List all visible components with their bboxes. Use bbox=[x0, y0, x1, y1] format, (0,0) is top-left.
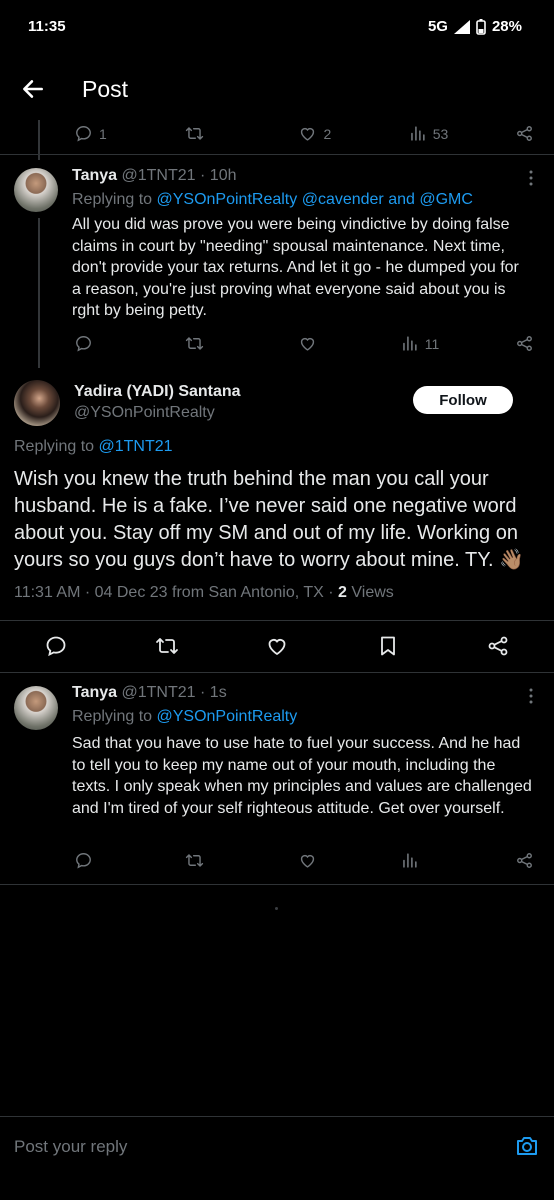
battery-label: 28% bbox=[491, 18, 522, 35]
divider bbox=[0, 154, 554, 155]
reply2-header: Tanya @1TNT21 · 1s bbox=[72, 684, 227, 702]
like-count: 2 bbox=[323, 125, 332, 142]
views-count: 11 bbox=[424, 335, 440, 352]
replying-to-link[interactable]: @1TNT21 bbox=[99, 438, 173, 455]
more-options-icon[interactable] bbox=[521, 168, 541, 188]
battery-icon bbox=[476, 18, 486, 35]
back-arrow-icon[interactable] bbox=[20, 76, 46, 102]
heart-icon[interactable] bbox=[265, 634, 289, 658]
replying-to-line: Replying to @YSOnPointRealty @cavender a… bbox=[72, 191, 473, 209]
reply-icon bbox=[76, 336, 91, 352]
reply-action[interactable] bbox=[74, 334, 185, 353]
views-action[interactable] bbox=[400, 851, 515, 870]
share-icon bbox=[517, 126, 532, 141]
author-name[interactable]: Yadira (YADI) Santana bbox=[74, 383, 241, 401]
reply2-actions bbox=[74, 851, 534, 870]
reply-icon[interactable] bbox=[44, 634, 68, 658]
retweet-action[interactable] bbox=[185, 851, 298, 870]
thread-line-reply1 bbox=[38, 218, 40, 368]
post-timestamp: 11:31 AM · 04 Dec 23 from San Antonio, T… bbox=[14, 584, 339, 601]
reply-icon bbox=[76, 853, 91, 869]
replying-to-label: Replying to bbox=[72, 191, 153, 208]
avatar[interactable] bbox=[14, 686, 58, 730]
replying-to-line: Replying to @YSOnPointRealty bbox=[72, 708, 297, 726]
share-action[interactable] bbox=[515, 851, 534, 870]
share-icon bbox=[517, 336, 532, 351]
views-icon bbox=[402, 336, 417, 351]
post-text: Sad that you have to use hate to fuel yo… bbox=[72, 735, 532, 817]
like-action[interactable] bbox=[298, 851, 399, 870]
post-meta: 11:31 AM · 04 Dec 23 from San Antonio, T… bbox=[14, 584, 394, 602]
divider bbox=[0, 672, 554, 673]
replying-to-label: Replying to bbox=[14, 438, 95, 455]
retweet-icon bbox=[186, 854, 204, 867]
share-icon[interactable] bbox=[486, 634, 510, 658]
camera-icon[interactable] bbox=[514, 1133, 540, 1159]
reply-action[interactable] bbox=[74, 851, 185, 870]
views-action[interactable]: 53 bbox=[408, 124, 515, 143]
heart-icon bbox=[301, 337, 315, 351]
reply-count: 1 bbox=[99, 125, 107, 142]
reply-composer bbox=[0, 1116, 554, 1177]
views-icon bbox=[402, 853, 417, 868]
prev-tweet-actions: 1 2 53 bbox=[74, 124, 534, 143]
signal-icon bbox=[453, 19, 470, 34]
status-right: 5G 28% bbox=[428, 18, 522, 35]
author-name[interactable]: Tanya bbox=[72, 684, 117, 701]
views-action[interactable]: 11 bbox=[400, 334, 515, 353]
post-time: · 10h bbox=[200, 167, 237, 184]
main-post-text: Wish you knew the truth behind the man y… bbox=[14, 468, 524, 571]
avatar[interactable] bbox=[14, 380, 60, 426]
retweet-icon bbox=[186, 337, 204, 350]
network-label: 5G bbox=[427, 18, 448, 35]
status-time: 11:35 bbox=[28, 18, 66, 35]
replying-to-link[interactable]: @YSOnPointRealty bbox=[157, 708, 298, 725]
main-actions bbox=[44, 634, 524, 660]
replying-to-line: Replying to @1TNT21 bbox=[14, 438, 173, 456]
reply1-actions: 11 bbox=[74, 334, 534, 353]
like-action[interactable] bbox=[298, 334, 399, 353]
author-handle[interactable]: @1TNT21 bbox=[122, 167, 196, 184]
divider bbox=[0, 884, 554, 885]
author-handle[interactable]: @1TNT21 bbox=[122, 684, 196, 701]
page-title: Post bbox=[82, 76, 129, 102]
replying-to-label: Replying to bbox=[72, 708, 153, 725]
reply1-header: Tanya @1TNT21 · 10h bbox=[72, 167, 236, 185]
divider bbox=[0, 620, 554, 621]
post-text: All you did was prove you were being vin… bbox=[72, 216, 519, 319]
retweet-action[interactable] bbox=[185, 124, 298, 143]
more-options-icon[interactable] bbox=[521, 686, 541, 706]
retweet-icon[interactable] bbox=[155, 634, 179, 658]
like-action[interactable]: 2 bbox=[298, 124, 407, 143]
views-label: Views bbox=[346, 584, 394, 601]
share-icon bbox=[517, 853, 532, 868]
heart-icon bbox=[301, 127, 315, 141]
reply-icon bbox=[76, 126, 91, 142]
avatar[interactable] bbox=[14, 168, 58, 212]
heart-icon bbox=[301, 854, 315, 868]
retweet-action[interactable] bbox=[185, 334, 298, 353]
reply-action[interactable]: 1 bbox=[74, 124, 185, 143]
replying-to-link[interactable]: @YSOnPointRealty @cavender and @GMC bbox=[157, 191, 473, 208]
share-action[interactable] bbox=[515, 124, 534, 143]
author-name[interactable]: Tanya bbox=[72, 167, 117, 184]
views-count[interactable]: 2 bbox=[338, 584, 347, 601]
views-count: 53 bbox=[432, 125, 449, 142]
loading-dot bbox=[275, 907, 278, 910]
retweet-icon bbox=[186, 127, 204, 140]
reply-input[interactable] bbox=[12, 1133, 486, 1161]
post-time: · 1s bbox=[200, 684, 227, 701]
views-icon bbox=[410, 126, 425, 141]
follow-button[interactable]: Follow bbox=[413, 386, 513, 414]
bookmark-icon[interactable] bbox=[376, 634, 400, 658]
author-handle[interactable]: @YSOnPointRealty bbox=[74, 404, 215, 422]
share-action[interactable] bbox=[515, 334, 534, 353]
